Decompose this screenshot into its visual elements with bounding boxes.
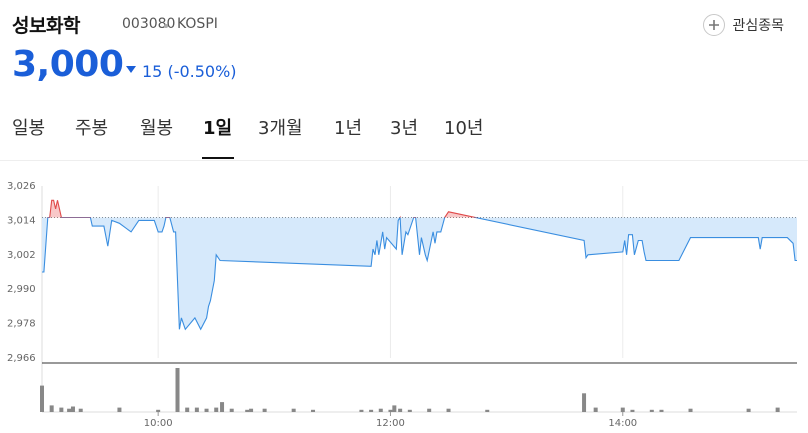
add-favorite-button[interactable]: 관심종목 <box>703 12 784 38</box>
volume-bar <box>485 409 490 412</box>
volume-bar <box>245 409 250 412</box>
volume-bar <box>369 409 374 412</box>
volume-bar <box>175 368 180 412</box>
volume-bar <box>194 407 199 412</box>
tab-10-years[interactable]: 10년 <box>444 114 483 140</box>
y-tick-label: 3,014 <box>7 215 36 226</box>
volume-bar <box>688 408 693 412</box>
volume-bar <box>156 409 161 412</box>
volume-bar <box>427 408 432 412</box>
volume-bar <box>359 409 364 412</box>
stock-market: KOSPI <box>177 16 218 32</box>
price-change: 15 (-0.50%) <box>142 62 237 81</box>
volume-bar <box>311 409 316 412</box>
volume-bar <box>229 408 234 412</box>
volume-bar <box>582 393 587 412</box>
volume-bar <box>70 406 75 412</box>
separator-dot <box>164 24 168 28</box>
tab-daily[interactable]: 일봉 <box>12 114 45 140</box>
tab-1-year[interactable]: 1년 <box>334 114 362 140</box>
volume-bar <box>117 407 122 412</box>
volume-bar <box>775 407 780 412</box>
tab-3-months[interactable]: 3개월 <box>258 114 303 140</box>
price-change-value: 15 <box>142 62 163 81</box>
active-tab-indicator <box>202 157 234 159</box>
y-tick-label: 2,966 <box>7 353 36 364</box>
volume-bar <box>407 409 412 412</box>
tab-weekly[interactable]: 주봉 <box>75 114 108 140</box>
volume-bar <box>659 409 664 412</box>
y-tick-label: 2,978 <box>7 319 36 330</box>
tab-monthly[interactable]: 월봉 <box>140 114 173 140</box>
volume-bar <box>78 408 83 412</box>
tab-3-years[interactable]: 3년 <box>390 114 418 140</box>
x-tick-label: 14:00 <box>608 418 637 429</box>
volume-bar <box>204 408 209 412</box>
volume-bar <box>398 408 403 412</box>
volume-bar <box>49 405 54 412</box>
y-tick-label: 3,026 <box>7 181 36 192</box>
volume-bar <box>378 408 383 412</box>
period-tabs: 일봉 주봉 월봉 1일 3개월 1년 3년 10년 <box>0 104 808 161</box>
x-tick-label: 12:00 <box>376 418 405 429</box>
favorite-label: 관심종목 <box>732 18 784 34</box>
volume-bar <box>620 407 625 412</box>
stock-name: 성보화학 <box>12 15 80 37</box>
volume-bar <box>262 408 267 412</box>
volume-bar <box>40 385 44 412</box>
price-area-below-reference <box>42 217 797 330</box>
volume-bar <box>59 407 64 412</box>
plus-circle-icon <box>703 14 726 36</box>
y-tick-label: 3,002 <box>7 250 36 261</box>
intraday-chart[interactable]: 3,026 3,014 3,002 2,990 2,978 2,966 10:00 12:0… <box>0 172 808 433</box>
volume-bar <box>388 409 393 412</box>
volume-bar <box>392 405 397 412</box>
stock-header: 성보화학 003080 KOSPI 관심종목 <box>12 8 808 42</box>
volume-bar <box>67 408 72 412</box>
x-tick-label: 10:00 <box>144 418 173 429</box>
volume-bar <box>220 402 225 412</box>
y-tick-label: 2,990 <box>7 284 36 295</box>
volume-bar <box>593 407 598 412</box>
volume-bar <box>649 409 654 412</box>
down-arrow-icon <box>126 66 136 73</box>
volume-bar <box>746 408 751 412</box>
volume-bar <box>249 408 254 412</box>
tab-1-day[interactable]: 1일 <box>203 114 232 140</box>
price-change-percent: (-0.50%) <box>167 62 237 81</box>
volume-bar <box>446 408 451 412</box>
volume-bar <box>630 409 635 412</box>
volume-bar <box>291 408 296 412</box>
current-price: 3,000 <box>12 44 124 85</box>
volume-bar <box>185 407 190 412</box>
volume-bar <box>214 407 219 412</box>
